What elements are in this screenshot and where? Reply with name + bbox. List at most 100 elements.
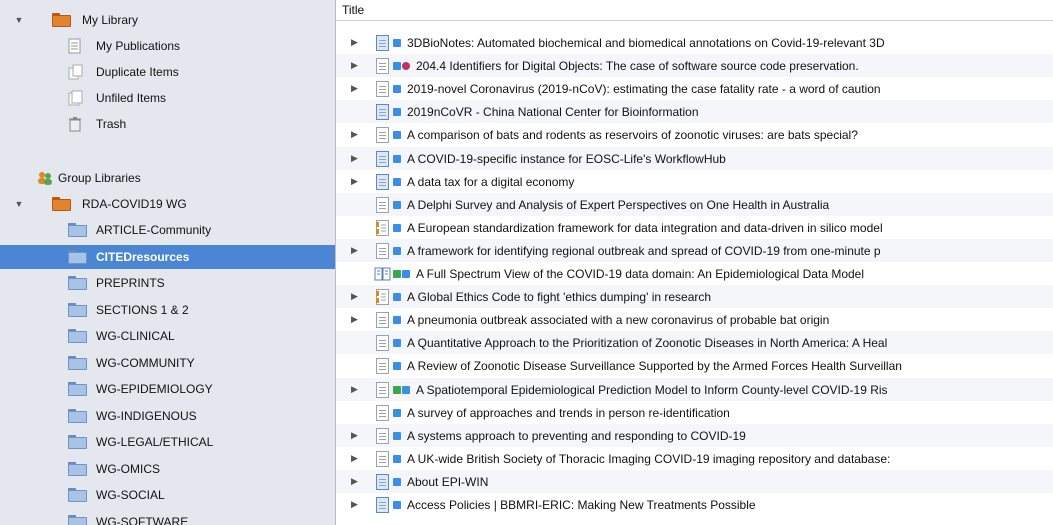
item-row[interactable]: ▶ A comparison of bats and rodents as res… — [336, 123, 1053, 148]
item-row[interactable]: A Full Spectrum View of the COVID-19 dat… — [336, 262, 1053, 286]
tag-color-icon — [393, 316, 401, 325]
item-row[interactable]: A Quantitative Approach to the Prioritiz… — [336, 331, 1053, 356]
tag-color-icon — [393, 293, 401, 302]
item-title: 2019-novel Coronavirus (2019-nCoV): esti… — [407, 82, 881, 97]
tag-color-icon — [393, 223, 401, 232]
expand-triangle-icon[interactable]: ▶ — [351, 476, 358, 487]
trash-icon — [68, 116, 84, 132]
collection-label: ARTICLE-Community — [96, 223, 212, 237]
web-page-icon — [376, 473, 389, 490]
collection-wg-software[interactable]: WG-SOFTWARE — [0, 510, 335, 525]
collection-sections-1-2[interactable]: SECTIONS 1 & 2 — [0, 298, 335, 322]
expand-triangle-icon[interactable]: ▶ — [351, 314, 358, 325]
item-title: A Quantitative Approach to the Prioritiz… — [407, 336, 888, 351]
publications-icon — [68, 38, 84, 54]
item-row[interactable]: ▶ 204.4 Identifiers for Digital Objects: … — [336, 54, 1053, 79]
sidebar: ▼ My Library My Publications Duplicate It… — [0, 0, 336, 525]
item-title: A data tax for a digital economy — [407, 174, 575, 189]
tag-color-icon — [393, 339, 401, 348]
report-icon — [376, 219, 392, 236]
collection-wg-epidemiology[interactable]: WG-EPIDEMIOLOGY — [0, 377, 335, 401]
collection-wg-community[interactable]: WG-COMMUNITY — [0, 351, 335, 375]
my-library-row[interactable]: ▼ My Library — [0, 8, 335, 32]
item-title: 3DBioNotes: Automated biochemical and bi… — [407, 36, 885, 50]
expand-triangle-icon[interactable]: ▶ — [351, 153, 358, 164]
collection-citedresources[interactable]: CITEDresources — [0, 244, 335, 269]
item-title: A systems approach to preventing and res… — [407, 428, 746, 443]
tag-color-icon — [393, 501, 401, 509]
item-row[interactable]: ▶ A Global Ethics Code to fight 'ethics d… — [336, 285, 1053, 310]
folder-icon — [68, 461, 88, 476]
collection-label: WG-CLINICAL — [96, 329, 175, 343]
item-title: A framework for identifying regional out… — [407, 243, 881, 258]
item-row[interactable]: ▶ 2019-novel Coronavirus (2019-nCoV): est… — [336, 77, 1053, 102]
disclosure-triangle-icon[interactable]: ▼ — [14, 199, 24, 209]
library-item-trash[interactable]: Trash — [0, 112, 335, 136]
library-item-my-publications[interactable]: My Publications — [0, 34, 335, 58]
report-icon — [376, 289, 392, 306]
item-row[interactable]: ▶ A pneumonia outbreak associated with a … — [336, 308, 1053, 333]
collection-wg-legal-ethical[interactable]: WG-LEGAL/ETHICAL — [0, 430, 335, 454]
collection-wg-indigenous[interactable]: WG-INDIGENOUS — [0, 404, 335, 428]
group-libraries-label: Group Libraries — [58, 171, 141, 185]
collection-label: WG-SOFTWARE — [96, 514, 189, 525]
item-row[interactable]: 2019nCoVR - China National Center for Bi… — [336, 100, 1053, 125]
group-row[interactable]: ▼ RDA-COVID19 WG — [0, 192, 335, 216]
expand-triangle-icon[interactable]: ▶ — [351, 83, 358, 94]
item-row[interactable]: ▶ Access Policies | BBMRI-ERIC: Making Ne… — [336, 493, 1053, 517]
item-row[interactable]: ▶ A Spatiotemporal Epidemiological Predic… — [336, 377, 1053, 402]
expand-triangle-icon[interactable]: ▶ — [351, 453, 358, 464]
expand-triangle-icon[interactable]: ▶ — [351, 37, 358, 48]
item-row[interactable]: A Review of Zoonotic Disease Surveillanc… — [336, 354, 1053, 379]
folder-icon — [68, 355, 88, 370]
group-libraries-row[interactable]: Group Libraries — [0, 166, 335, 190]
item-row[interactable]: A survey of approaches and trends in per… — [336, 400, 1053, 425]
collection-label: WG-EPIDEMIOLOGY — [96, 382, 213, 396]
item-row[interactable]: A European standardization framework for… — [336, 215, 1053, 240]
collection-wg-social[interactable]: WG-SOCIAL — [0, 483, 335, 507]
collection-label: SECTIONS 1 & 2 — [96, 302, 189, 317]
expand-triangle-icon[interactable]: ▶ — [351, 245, 358, 256]
tag-color-icon — [393, 85, 401, 94]
expand-triangle-icon[interactable]: ▶ — [351, 430, 358, 441]
item-row[interactable]: ▶ About EPI-WIN — [336, 469, 1053, 494]
collection-label: WG-SOCIAL — [96, 488, 165, 502]
collection-wg-clinical[interactable]: WG-CLINICAL — [0, 324, 335, 348]
library-item-unfiled-items[interactable]: Unfiled Items — [0, 86, 335, 110]
tag-color-icon — [393, 39, 401, 47]
tag-color-icon — [393, 62, 401, 71]
library-item-label: My Publications — [96, 39, 181, 53]
tag-color-icon — [393, 454, 401, 463]
column-header[interactable]: Title — [336, 0, 1053, 21]
document-icon — [376, 196, 389, 213]
expand-triangle-icon[interactable]: ▶ — [351, 291, 358, 302]
item-row[interactable]: ▶ A COVID-19-specific instance for EOSC-L… — [336, 146, 1053, 171]
collection-wg-omics[interactable]: WG-OMICS — [0, 457, 335, 481]
expand-triangle-icon[interactable]: ▶ — [351, 384, 358, 395]
library-icon — [52, 13, 72, 27]
tag-color-icon — [393, 131, 401, 140]
document-icon — [376, 381, 389, 398]
item-title: A pneumonia outbreak associated with a n… — [407, 313, 830, 328]
item-row[interactable]: ▶ A framework for identifying regional ou… — [336, 238, 1053, 263]
item-row[interactable]: ▶ 3DBioNotes: Automated biochemical and b… — [336, 31, 1053, 55]
item-row[interactable]: ▶ A UK-wide British Society of Thoracic I… — [336, 446, 1053, 471]
folder-icon — [68, 382, 88, 396]
tag-color-icon — [402, 385, 410, 394]
collection-article-community[interactable]: ARTICLE-Community — [0, 218, 335, 242]
folder-icon — [68, 223, 88, 237]
folder-icon — [68, 329, 88, 343]
disclosure-triangle-icon[interactable]: ▼ — [14, 15, 24, 25]
collection-preprints[interactable]: PREPRINTS — [0, 271, 335, 295]
expand-triangle-icon[interactable]: ▶ — [351, 176, 358, 187]
library-item-duplicate-items[interactable]: Duplicate Items — [0, 60, 335, 84]
expand-triangle-icon[interactable]: ▶ — [351, 499, 358, 510]
item-row[interactable]: ▶ A data tax for a digital economy — [336, 169, 1053, 194]
item-row[interactable]: A Delphi Survey and Analysis of Expert P… — [336, 192, 1053, 217]
expand-triangle-icon[interactable]: ▶ — [351, 129, 358, 140]
collection-label: WG-COMMUNITY — [96, 355, 195, 370]
title-column-header[interactable]: Title — [342, 3, 364, 17]
item-row[interactable]: ▶ A systems approach to preventing and re… — [336, 423, 1053, 448]
items-pane: Title ▶ 3DBioNotes: Automated biochemical… — [336, 0, 1053, 525]
expand-triangle-icon[interactable]: ▶ — [351, 60, 358, 71]
